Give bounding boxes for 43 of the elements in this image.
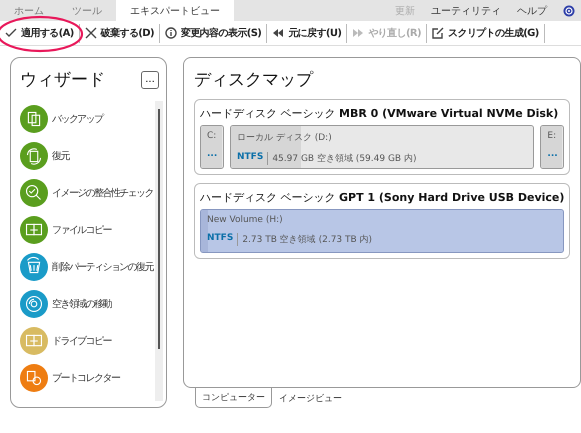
wizard-item[interactable]: ファイルコピー: [52, 223, 111, 237]
partition-label: ローカル ディスク (D:): [237, 132, 333, 144]
wizard-item[interactable]: ブートコレクター: [52, 371, 120, 385]
menu-item[interactable]: ヘルプ: [509, 0, 555, 21]
partition-info: NTFS 2.73 TB 空き領域 (2.73 TB 内): [207, 233, 374, 246]
toolbar-button[interactable]: 元に戻す(U): [267, 24, 348, 42]
view-tab[interactable]: コンピューター: [195, 388, 272, 408]
partition-label: C:: [207, 131, 217, 141]
partition-block[interactable]: ローカル ディスク (D:) NTFS 45.97 GB 空き領域 (59.49 GB 内): [230, 125, 534, 169]
wizard-item[interactable]: イメージの整合性チェック: [52, 186, 153, 200]
rewind-icon: [272, 27, 284, 39]
edit-icon: [432, 27, 444, 39]
wizard-item[interactable]: 復元: [52, 149, 69, 163]
close-icon: [84, 27, 97, 39]
wizard-item[interactable]: 削除パーティションの復元: [52, 260, 153, 274]
top-tab[interactable]: ホーム: [0, 0, 58, 21]
panel-title: ディスクマップ: [194, 69, 314, 91]
view-tab[interactable]: イメージビュー: [272, 388, 349, 408]
toolbar-button[interactable]: 変更内容の表示(S): [160, 24, 268, 42]
disk-title: ハードディスク ベーシック MBR 0 (VMware Virtual NVMe Disk): [200, 106, 560, 121]
disk-title: ハードディスク ベーシック GPT 1 (Sony Hard Drive USB Device): [200, 190, 564, 205]
partition-label: E:: [547, 131, 558, 141]
wizard-item[interactable]: ドライブコピー: [52, 334, 111, 348]
toolbar-button[interactable]: 破棄する(D): [80, 24, 160, 42]
partition-block[interactable]: E: ...: [540, 125, 564, 169]
toolbar-button[interactable]: スクリプトの生成(G): [427, 24, 545, 42]
info-icon: [164, 27, 177, 39]
partition-info: ...: [547, 149, 558, 159]
partition-block[interactable]: C: ...: [200, 125, 224, 169]
check-icon: [5, 27, 17, 39]
menu-item[interactable]: ユーティリティ: [423, 0, 509, 21]
panel-title: ウィザード: [20, 69, 105, 91]
forward-icon: [352, 27, 364, 39]
wizard-item[interactable]: 空き領域の移動: [52, 297, 111, 311]
partition-label: New Volume (H:): [207, 215, 284, 225]
top-tab[interactable]: エキスパートビュー: [116, 0, 234, 21]
account-icon[interactable]: [563, 4, 575, 16]
partition-info: NTFS 45.97 GB 空き領域 (59.49 GB 内): [237, 152, 418, 165]
partition-block[interactable]: New Volume (H:) NTFS 2.73 TB 空き領域 (2.73 TB 内): [200, 209, 564, 253]
top-tab[interactable]: ツール: [58, 0, 116, 21]
more-button[interactable]: ...: [141, 70, 159, 88]
wizard-item[interactable]: バックアップ: [52, 112, 102, 126]
partition-info: ...: [207, 149, 217, 159]
